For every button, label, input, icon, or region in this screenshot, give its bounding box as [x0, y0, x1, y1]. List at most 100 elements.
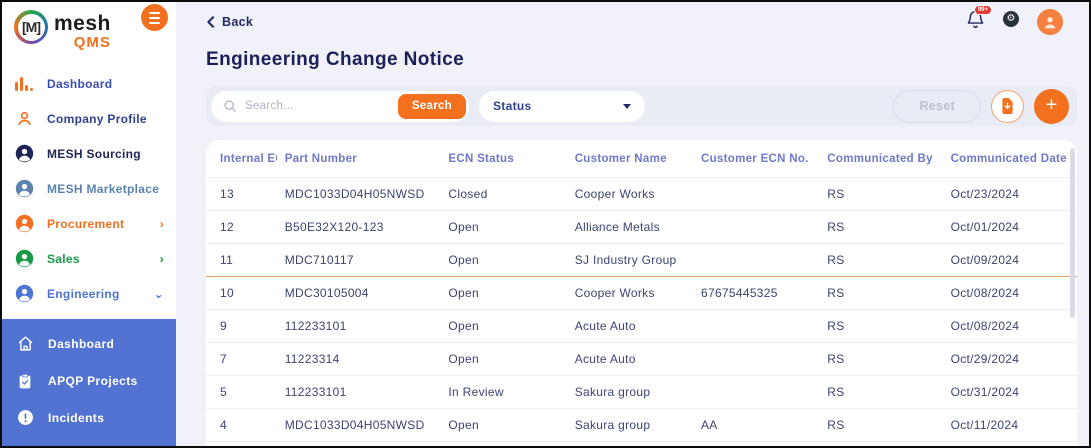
table-cell: Acute Auto	[567, 343, 693, 376]
back-button[interactable]: Back	[206, 15, 253, 29]
sidebar-item-label: Sales	[47, 252, 80, 266]
table-row[interactable]: 10MDC30105004OpenCooper Works67675445325…	[206, 277, 1077, 310]
table-cell: Oct/08/2024	[943, 310, 1077, 343]
chevron-left-icon	[206, 16, 215, 28]
column-header: Internal ECN#	[206, 140, 277, 178]
table-cell: In Review	[440, 376, 566, 409]
sidebar-item-mesh-sourcing[interactable]: MESH Sourcing	[2, 136, 176, 171]
table-cell	[693, 211, 819, 244]
export-button[interactable]	[991, 90, 1024, 123]
table-cell: Open	[440, 409, 566, 442]
person-icon	[14, 109, 34, 129]
submenu-item-label: Incidents	[48, 411, 104, 425]
table-cell: Oct/01/2024	[943, 211, 1077, 244]
chevron-down-icon: ⌄	[154, 287, 164, 301]
top-bar: Back 99+ ⚙	[206, 2, 1077, 32]
sidebar-item-label: Engineering	[47, 287, 120, 301]
sidebar-nav: Dashboard Company Profile MESH Sourcing …	[2, 56, 176, 311]
sidebar-item-company-profile[interactable]: Company Profile	[2, 101, 176, 136]
filter-bar: Search Status Reset +	[206, 86, 1077, 126]
sidebar-item-engineering[interactable]: Engineering ⌄	[2, 276, 176, 311]
table-cell: RS	[819, 277, 942, 310]
table-cell: Sakura group	[567, 442, 693, 447]
column-header: Customer Name	[567, 140, 693, 178]
table-row[interactable]: 3MDCP11101ClosedSakura group54343436RAOc…	[206, 442, 1077, 447]
table-row[interactable]: 13MDC1033D04H05NWSDClosedCooper WorksRSO…	[206, 178, 1077, 211]
sidebar-item-sales[interactable]: Sales ›	[2, 241, 176, 276]
table-cell: MDC710117	[277, 244, 441, 277]
table-cell: Sakura group	[567, 376, 693, 409]
search-input[interactable]	[245, 100, 390, 112]
submenu-item-ecn-pcn[interactable]: ~ ECN/PCN	[2, 436, 176, 448]
table-cell: 67675445325	[693, 277, 819, 310]
download-file-icon	[1000, 98, 1015, 114]
add-ecn-button[interactable]: +	[1034, 89, 1069, 124]
sidebar-item-dashboard[interactable]: Dashboard	[2, 66, 176, 101]
submenu-item-label: Dashboard	[48, 337, 114, 351]
table-cell: RS	[819, 310, 942, 343]
table-cell	[693, 343, 819, 376]
table-cell: SJ Industry Group	[567, 244, 693, 277]
table-row[interactable]: 5112233101In ReviewSakura groupRSOct/31/…	[206, 376, 1077, 409]
submenu-item-apqp-projects[interactable]: APQP Projects	[2, 362, 176, 399]
table-cell: 3	[206, 442, 277, 447]
table-row[interactable]: 4MDC1033D04H05NWSDOpenSakura groupAARSOc…	[206, 409, 1077, 442]
person-icon	[14, 144, 34, 164]
chevron-right-icon: ›	[160, 217, 164, 231]
table-cell: Oct/09/2024	[943, 244, 1077, 277]
search-button[interactable]: Search	[398, 94, 466, 119]
table-cell: Oct/07/2024	[943, 442, 1077, 447]
home-icon	[16, 335, 34, 353]
table-row[interactable]: 11MDC710117OpenSJ Industry GroupRSOct/09…	[206, 244, 1077, 277]
company-logo-icon[interactable]: ⚙	[1000, 11, 1022, 33]
ecn-table-card: Internal ECN# Part Number ECN Status Cus…	[206, 140, 1077, 446]
table-row[interactable]: 12B50E32X120-123OpenAlliance MetalsRSOct…	[206, 211, 1077, 244]
table-cell: Oct/23/2024	[943, 178, 1077, 211]
submenu-item-dashboard[interactable]: Dashboard	[2, 325, 176, 362]
table-cell: MDC1033D04H05NWSD	[277, 409, 441, 442]
table-cell: AA	[693, 409, 819, 442]
table-cell: Oct/08/2024	[943, 277, 1077, 310]
table-cell: RS	[819, 343, 942, 376]
table-cell: Open	[440, 277, 566, 310]
table-cell: RA	[819, 442, 942, 447]
table-cell: RS	[819, 244, 942, 277]
table-row[interactable]: 711223314OpenAcute AutoRSOct/29/2024	[206, 343, 1077, 376]
submenu-item-incidents[interactable]: Incidents	[2, 399, 176, 436]
table-body: 13MDC1033D04H05NWSDClosedCooper WorksRSO…	[206, 178, 1077, 447]
table-row[interactable]: 9112233101OpenAcute AutoRSOct/08/2024	[206, 310, 1077, 343]
sidebar-item-mesh-marketplace[interactable]: MESH Marketplace	[2, 171, 176, 206]
submenu-item-label: APQP Projects	[48, 374, 138, 388]
chevron-right-icon: ›	[160, 252, 164, 266]
column-header: Communicated By	[819, 140, 942, 178]
table-cell	[693, 376, 819, 409]
table-scrollbar[interactable]	[1070, 148, 1075, 318]
table-cell: Sakura group	[567, 409, 693, 442]
table-cell: 112233101	[277, 376, 441, 409]
sidebar-item-label: MESH Marketplace	[47, 182, 159, 196]
reset-button[interactable]: Reset	[893, 90, 981, 123]
sidebar-item-procurement[interactable]: Procurement ›	[2, 206, 176, 241]
mesh-logo-icon: [M]	[14, 10, 48, 44]
table-cell: Open	[440, 211, 566, 244]
brand-name: mesh	[54, 13, 111, 34]
column-header: Customer ECN No.	[693, 140, 819, 178]
table-cell: Acute Auto	[567, 310, 693, 343]
table-cell: Oct/29/2024	[943, 343, 1077, 376]
menu-toggle-button[interactable]	[141, 4, 168, 31]
avatar[interactable]	[1037, 9, 1063, 35]
search-icon	[223, 99, 237, 113]
caret-down-icon	[623, 104, 631, 109]
notifications-button[interactable]: 99+	[966, 9, 985, 35]
table-cell: Alliance Metals	[567, 211, 693, 244]
table-cell: 9	[206, 310, 277, 343]
table-cell: Oct/31/2024	[943, 376, 1077, 409]
table-cell	[693, 178, 819, 211]
sidebar: [M] mesh QMS Dashboard Company Profile	[2, 2, 176, 446]
page-title: Engineering Change Notice	[206, 49, 1077, 71]
table-cell: 10	[206, 277, 277, 310]
status-dropdown-label: Status	[493, 99, 531, 113]
ecn-table: Internal ECN# Part Number ECN Status Cus…	[206, 140, 1077, 446]
person-icon	[14, 214, 34, 234]
status-dropdown[interactable]: Status	[479, 91, 645, 122]
